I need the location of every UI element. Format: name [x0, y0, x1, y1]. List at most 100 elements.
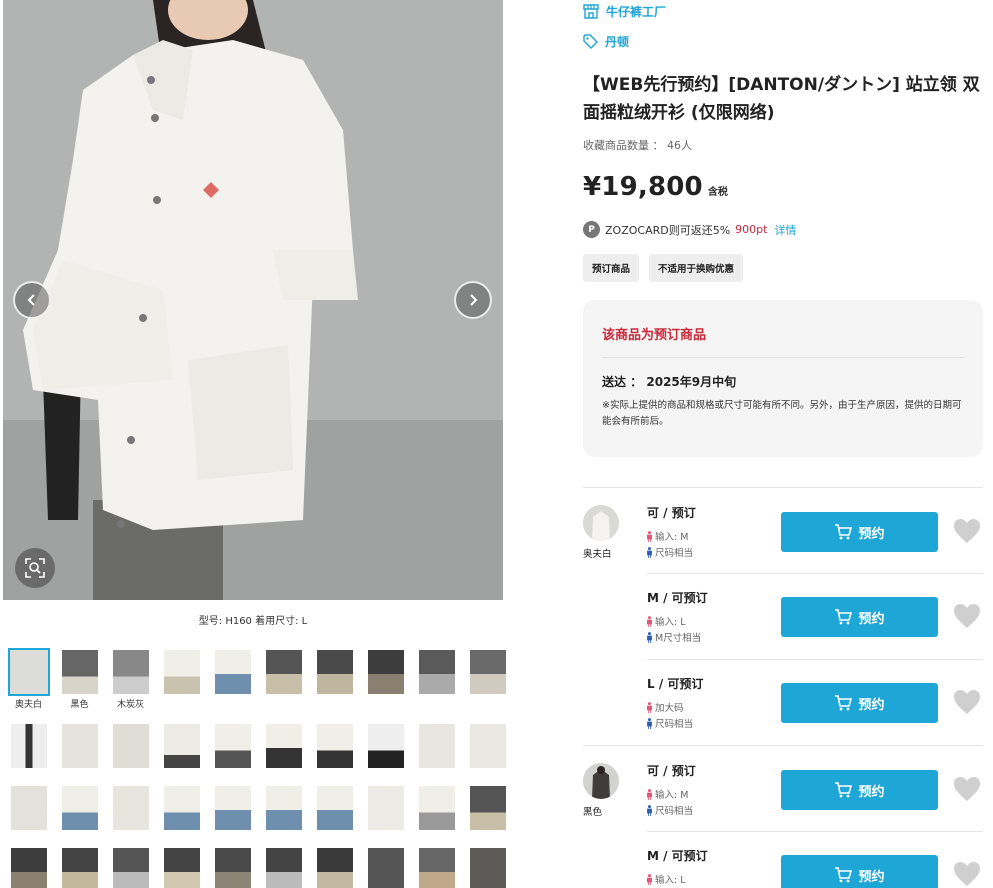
variant-row: M / 可预订 输入: L M尺寸相当 预约	[583, 573, 983, 659]
thumbnail-image	[418, 848, 455, 888]
favorite-heart-icon[interactable]	[953, 518, 981, 544]
points-icon: P	[583, 221, 600, 238]
swatch-image	[583, 505, 619, 541]
reserve-button[interactable]: 预约	[781, 597, 938, 637]
female-icon	[647, 530, 652, 542]
tag-no-exchange: 不适用于换购优惠	[649, 254, 744, 282]
variant-row: L / 可预订 加大码 尺码相当 预约	[583, 659, 983, 745]
thumbnail[interactable]	[156, 784, 207, 846]
thumbnail[interactable]	[462, 846, 513, 888]
size-note-text: 输入: M	[655, 790, 689, 801]
thumbnail[interactable]	[156, 722, 207, 784]
product-photo	[3, 0, 503, 600]
favorite-heart-icon[interactable]	[953, 603, 981, 629]
thumbnail-image	[10, 786, 47, 830]
thumbnail-image	[112, 650, 149, 694]
thumbnail[interactable]	[360, 722, 411, 784]
thumbnail-image	[418, 650, 455, 694]
next-image-button[interactable]	[454, 281, 492, 319]
previous-image-button[interactable]	[13, 281, 51, 319]
thumbnail[interactable]	[3, 722, 54, 784]
thumbnail-black[interactable]: 黑色	[54, 648, 105, 710]
thumbnail[interactable]	[54, 722, 105, 784]
variant-row: M / 可预订 输入: L 预约	[583, 831, 983, 888]
thumbnail[interactable]	[462, 784, 513, 846]
thumbnail[interactable]	[207, 648, 258, 710]
thumbnail[interactable]	[156, 846, 207, 888]
female-icon	[647, 615, 652, 627]
thumbnail-offwhite[interactable]: 奥夫白	[3, 648, 54, 710]
shop-link[interactable]: 牛仔裤工厂	[583, 3, 666, 20]
thumbnail-image	[469, 848, 506, 888]
tax-label: 含税	[707, 187, 728, 198]
tag-list: 预订商品 不适用于换购优惠	[583, 254, 744, 282]
thumbnail[interactable]	[411, 846, 462, 888]
reserve-button-label: 预约	[858, 526, 885, 542]
thumbnail[interactable]	[360, 648, 411, 710]
color-swatch-offwhite[interactable]	[583, 505, 619, 541]
zozocard-detail-link[interactable]: 详情	[774, 222, 796, 238]
thumbnail[interactable]	[54, 846, 105, 888]
thumbnail-image	[7, 648, 50, 696]
thumbnail[interactable]	[54, 784, 105, 846]
reserve-button[interactable]: 预约	[781, 512, 938, 552]
thumbnail-image	[10, 848, 47, 888]
tag-preorder: 预订商品	[583, 254, 640, 282]
thumbnail[interactable]	[105, 846, 156, 888]
thumbnail[interactable]	[360, 846, 411, 888]
zoom-button[interactable]	[15, 548, 55, 588]
thumbnail[interactable]	[3, 784, 54, 846]
size-note-text: 尺码相当	[655, 719, 694, 730]
thumbnail[interactable]	[207, 846, 258, 888]
thumbnail[interactable]	[258, 648, 309, 710]
thumbnail[interactable]	[411, 648, 462, 710]
thumbnail-caption: 木炭灰	[116, 700, 144, 710]
thumbnail[interactable]	[258, 784, 309, 846]
color-swatch-black[interactable]	[583, 763, 619, 799]
thumbnail-image	[214, 650, 251, 694]
thumbnail[interactable]	[309, 722, 360, 784]
divider	[602, 357, 964, 358]
thumbnail[interactable]	[207, 722, 258, 784]
size-note: 输入: L	[647, 872, 686, 886]
swatch-label: 奥夫白	[583, 549, 612, 560]
reserve-button[interactable]: 预约	[781, 683, 938, 723]
thumbnail[interactable]	[411, 722, 462, 784]
thumbnail-image	[469, 724, 506, 768]
thumbnail[interactable]	[156, 648, 207, 710]
thumbnail-charcoal[interactable]: 木炭灰	[105, 648, 156, 710]
thumbnail-image	[214, 724, 251, 768]
thumbnail[interactable]	[3, 846, 54, 888]
size-note: 输入: M	[647, 787, 688, 801]
thumbnail[interactable]	[105, 722, 156, 784]
thumbnail-image	[316, 848, 353, 888]
favorite-heart-icon[interactable]	[953, 776, 981, 802]
thumbnail[interactable]	[105, 784, 156, 846]
thumbnail[interactable]	[309, 784, 360, 846]
cart-icon	[835, 782, 853, 798]
thumbnail-image	[163, 786, 200, 830]
thumbnail[interactable]	[309, 846, 360, 888]
brand-link[interactable]: 丹顿	[583, 33, 629, 50]
thumbnail[interactable]	[411, 784, 462, 846]
favorite-heart-icon[interactable]	[953, 689, 981, 715]
stock-status: 可 / 预订	[647, 764, 696, 778]
thumbnail[interactable]	[462, 722, 513, 784]
thumbnail[interactable]	[258, 722, 309, 784]
thumbnail[interactable]	[207, 784, 258, 846]
reserve-button-label: 预约	[858, 869, 885, 885]
reserve-button[interactable]: 预约	[781, 855, 938, 888]
thumbnail[interactable]	[309, 648, 360, 710]
thumbnail[interactable]	[462, 648, 513, 710]
thumbnail-image	[367, 786, 404, 830]
thumbnail[interactable]	[360, 784, 411, 846]
reserve-button[interactable]: 预约	[781, 770, 938, 810]
variant-row: 黑色 可 / 预订 输入: M 尺码相当 预约	[583, 745, 983, 831]
size-note-text: 输入: L	[655, 875, 686, 886]
favorite-heart-icon[interactable]	[953, 861, 981, 887]
reserve-button-label: 预约	[858, 611, 885, 627]
favorite-count: 收藏商品数量 ： 46人	[583, 139, 692, 152]
thumbnail-row	[3, 784, 513, 846]
thumbnail[interactable]	[258, 846, 309, 888]
main-product-image[interactable]	[3, 0, 503, 600]
